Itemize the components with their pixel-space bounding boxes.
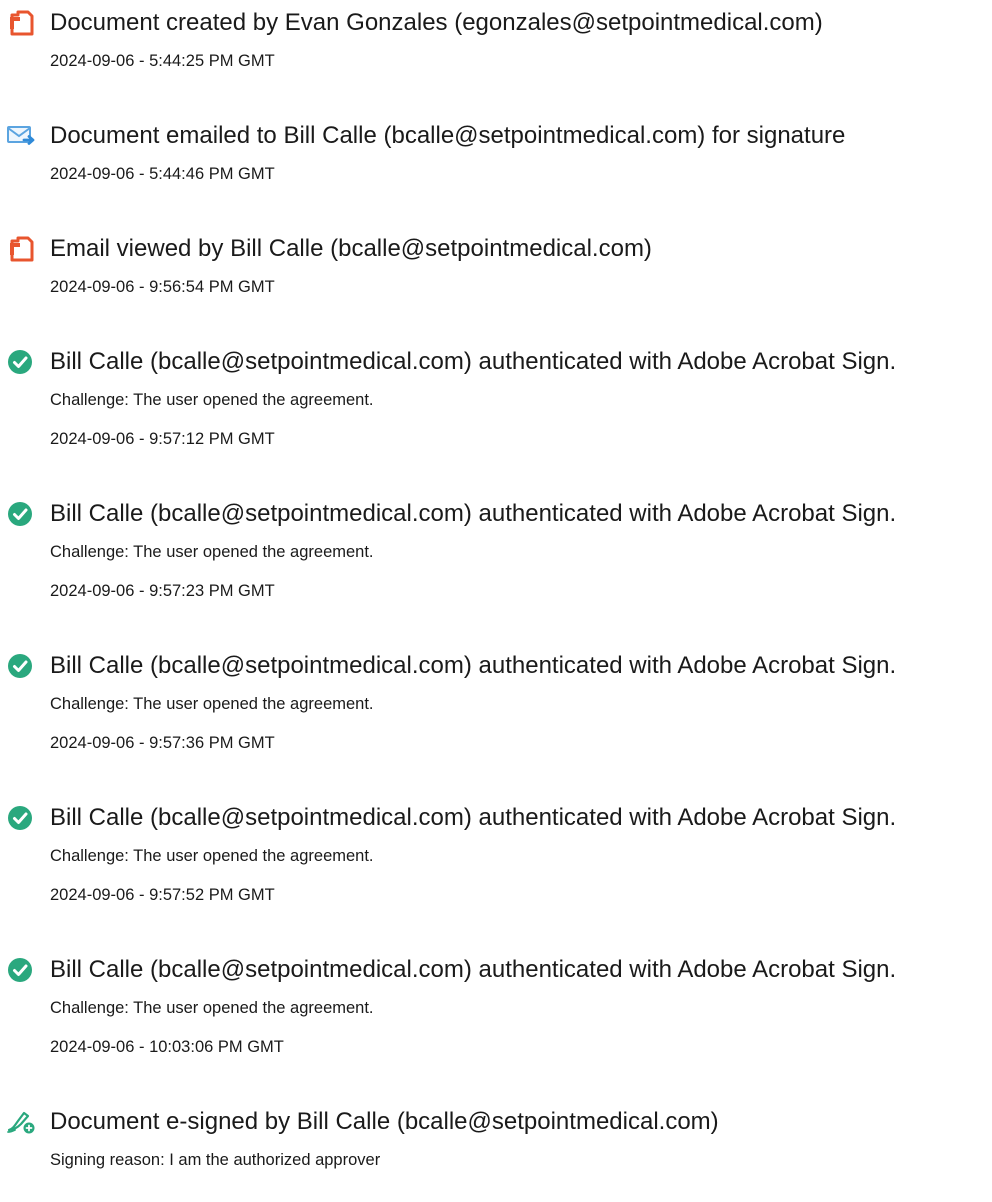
event-timestamp: 2024-09-06 - 9:57:23 PM GMT	[50, 582, 275, 600]
checkmark-icon	[6, 803, 36, 833]
event-title: Document e-signed by Bill Calle (bcalle@…	[50, 1108, 719, 1135]
email-sent-icon	[6, 121, 36, 151]
event-timestamp: 2024-09-06 - 9:56:54 PM GMT	[50, 278, 275, 296]
event-title: Document emailed to Bill Calle (bcalle@s…	[50, 122, 846, 149]
event-timestamp: 2024-09-06 - 10:03:06 PM GMT	[50, 1038, 284, 1056]
event-title: Bill Calle (bcalle@setpointmedical.com) …	[50, 652, 897, 679]
event-title: Email viewed by Bill Calle (bcalle@setpo…	[50, 235, 652, 262]
checkmark-icon	[6, 651, 36, 681]
document-icon	[6, 234, 36, 264]
event-title: Document created by Evan Gonzales (egonz…	[50, 9, 823, 36]
document-icon	[6, 8, 36, 38]
event-title: Bill Calle (bcalle@setpointmedical.com) …	[50, 956, 897, 983]
checkmark-icon	[6, 499, 36, 529]
event-timestamp: 2024-09-06 - 9:57:52 PM GMT	[50, 886, 275, 904]
signature-pen-icon	[6, 1107, 36, 1137]
checkmark-icon	[6, 955, 36, 985]
event-timestamp: 2024-09-06 - 5:44:25 PM GMT	[50, 52, 275, 70]
checkmark-icon	[6, 347, 36, 377]
event-timestamp: 2024-09-06 - 5:44:46 PM GMT	[50, 165, 275, 183]
event-title: Bill Calle (bcalle@setpointmedical.com) …	[50, 500, 897, 527]
event-challenge: Challenge: The user opened the agreement…	[50, 999, 374, 1017]
event-timestamp: 2024-09-06 - 9:57:36 PM GMT	[50, 734, 275, 752]
event-signing-reason: Signing reason: I am the authorized appr…	[50, 1151, 381, 1169]
audit-history: Document created by Evan Gonzales (egonz…	[0, 0, 992, 1202]
event-challenge: Challenge: The user opened the agreement…	[50, 695, 374, 713]
event-title: Bill Calle (bcalle@setpointmedical.com) …	[50, 804, 897, 831]
event-timestamp: 2024-09-06 - 9:57:12 PM GMT	[50, 430, 275, 448]
event-challenge: Challenge: The user opened the agreement…	[50, 543, 374, 561]
event-challenge: Challenge: The user opened the agreement…	[50, 847, 374, 865]
event-challenge: Challenge: The user opened the agreement…	[50, 391, 374, 409]
event-title: Bill Calle (bcalle@setpointmedical.com) …	[50, 348, 897, 375]
